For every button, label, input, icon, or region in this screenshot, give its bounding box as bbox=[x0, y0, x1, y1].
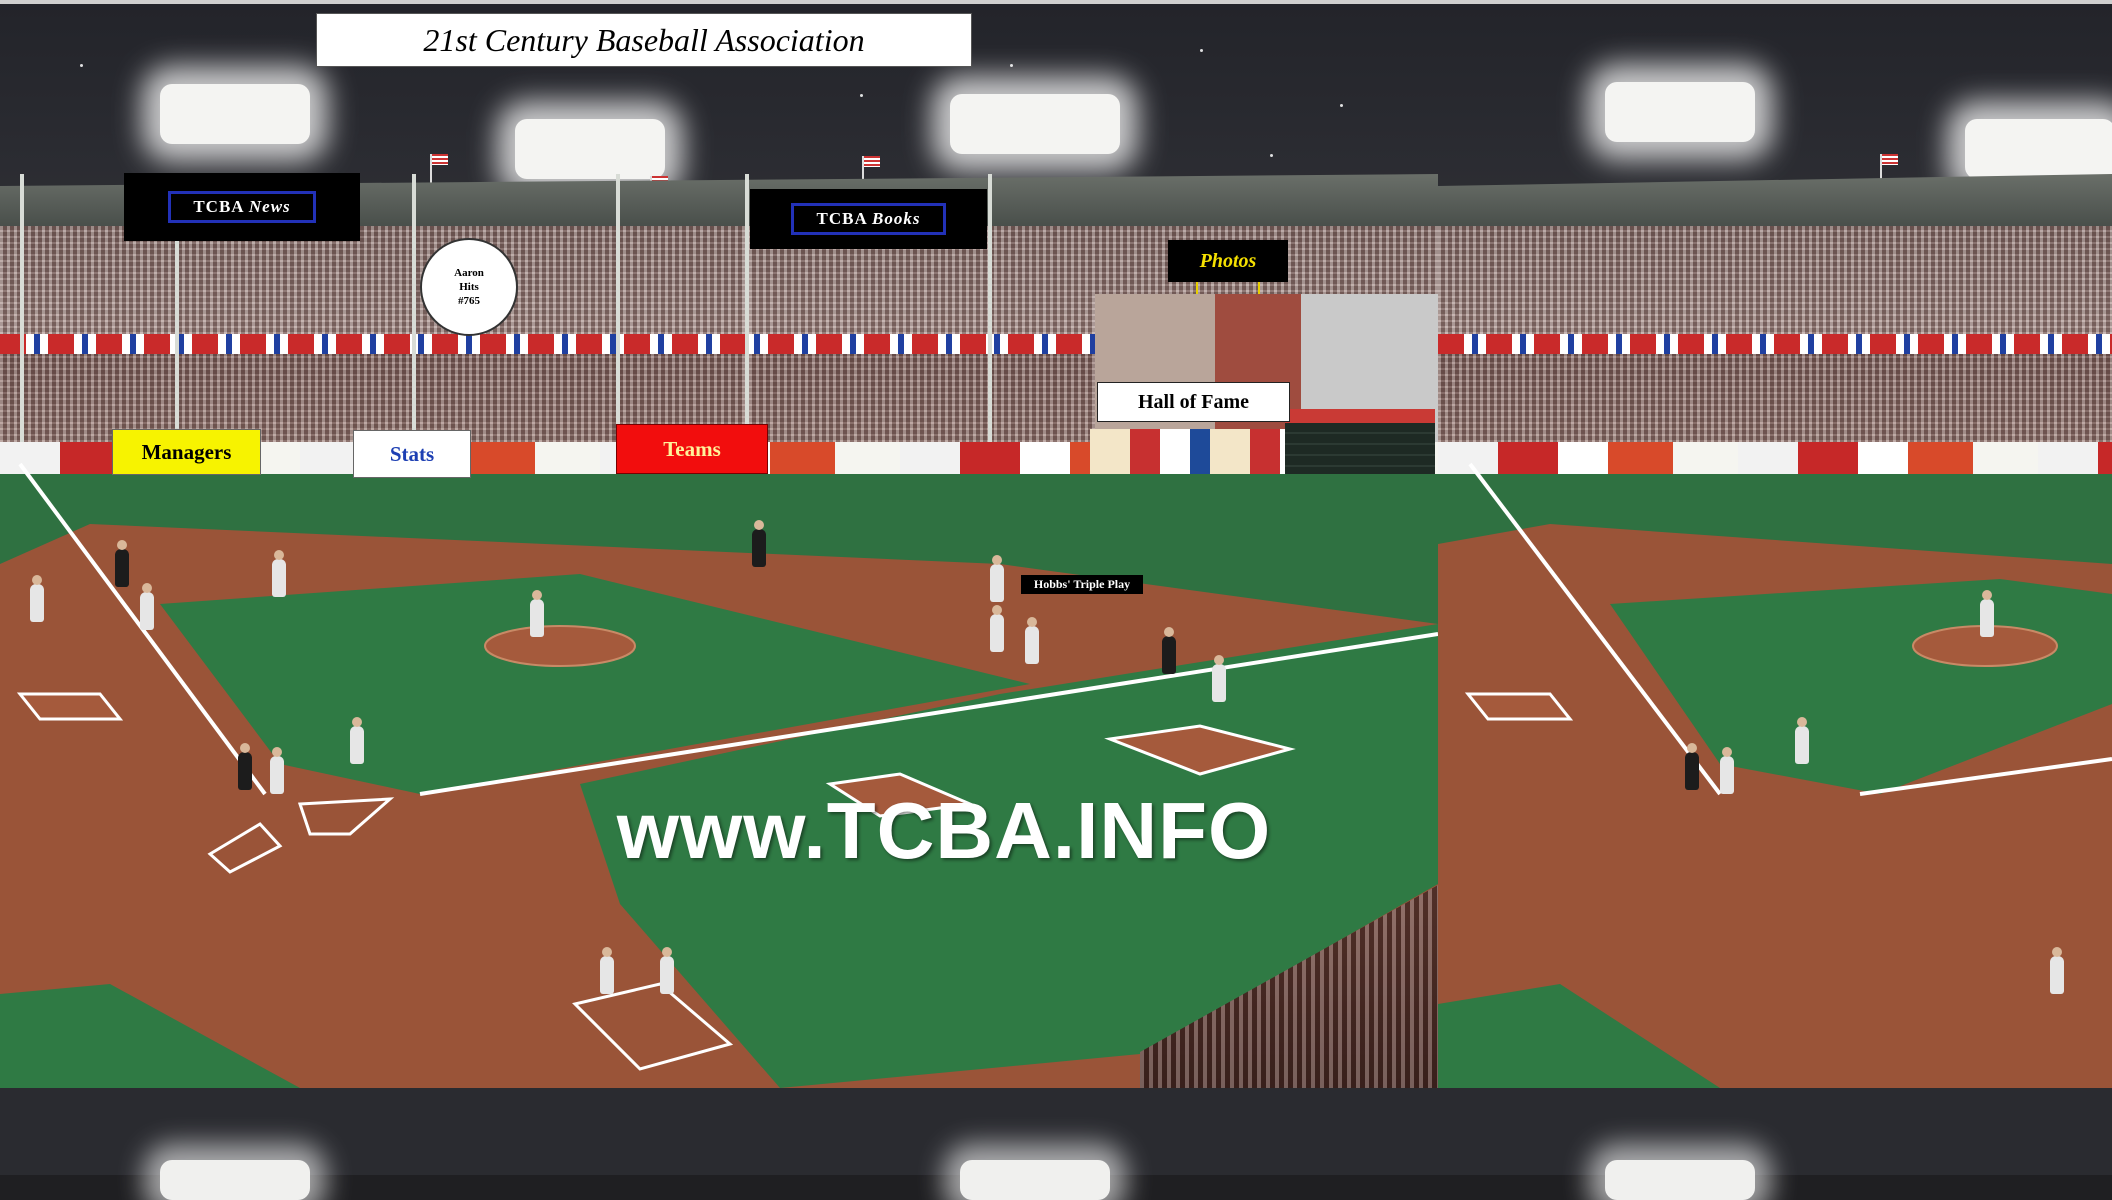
umpire bbox=[1162, 627, 1176, 674]
aaron-line-1: Aaron bbox=[454, 267, 484, 279]
fielder bbox=[140, 583, 154, 630]
pitcher bbox=[1980, 590, 1994, 637]
baseball-field bbox=[0, 462, 1438, 1088]
stadium-scene-repeat bbox=[1438, 4, 2112, 1088]
infielder bbox=[1025, 617, 1039, 664]
books-suffix: Books bbox=[872, 209, 921, 228]
on-deck-batter bbox=[2050, 947, 2064, 994]
news-suffix: News bbox=[248, 197, 291, 216]
stadium-light bbox=[960, 1160, 1110, 1200]
page-title: 21st Century Baseball Association bbox=[316, 13, 972, 67]
managers-button[interactable]: Managers bbox=[112, 429, 261, 475]
hall-of-fame-button[interactable]: Hall of Fame bbox=[1097, 382, 1290, 422]
books-prefix: TCBA bbox=[816, 209, 867, 228]
tcba-news-sign[interactable]: TCBA News bbox=[124, 173, 360, 241]
photos-sign[interactable]: Photos bbox=[1168, 240, 1288, 294]
on-deck-batter bbox=[660, 947, 674, 994]
fielder bbox=[30, 575, 44, 622]
aaron-line-2: Hits bbox=[459, 281, 479, 293]
site-url-watermark: www.TCBA.INFO bbox=[616, 786, 1272, 875]
stadium-light bbox=[1605, 1160, 1755, 1200]
hobbs-triple-play-link[interactable]: Hobbs' Triple Play bbox=[1021, 575, 1143, 594]
tcba-books-sign[interactable]: TCBA Books bbox=[750, 189, 987, 249]
batter bbox=[1795, 717, 1809, 764]
teams-button[interactable]: Teams bbox=[616, 424, 768, 474]
pitcher bbox=[530, 590, 544, 637]
news-prefix: TCBA bbox=[193, 197, 244, 216]
aaron-hits-765-link[interactable]: Aaron Hits #765 bbox=[420, 238, 518, 336]
stadium-scene bbox=[0, 4, 1438, 1088]
coach bbox=[115, 540, 129, 587]
aaron-line-3: #765 bbox=[458, 295, 480, 307]
first-baseman bbox=[1212, 655, 1226, 702]
stadium-background bbox=[0, 4, 1438, 1088]
batter bbox=[350, 717, 364, 764]
runner bbox=[990, 605, 1004, 652]
fielder bbox=[272, 550, 286, 597]
on-deck-batter bbox=[600, 947, 614, 994]
stadium-light bbox=[160, 1160, 310, 1200]
stats-button[interactable]: Stats bbox=[353, 430, 471, 478]
stadium-background-repeat bbox=[1438, 4, 2112, 1088]
fielder bbox=[990, 555, 1004, 602]
coach bbox=[752, 520, 766, 567]
